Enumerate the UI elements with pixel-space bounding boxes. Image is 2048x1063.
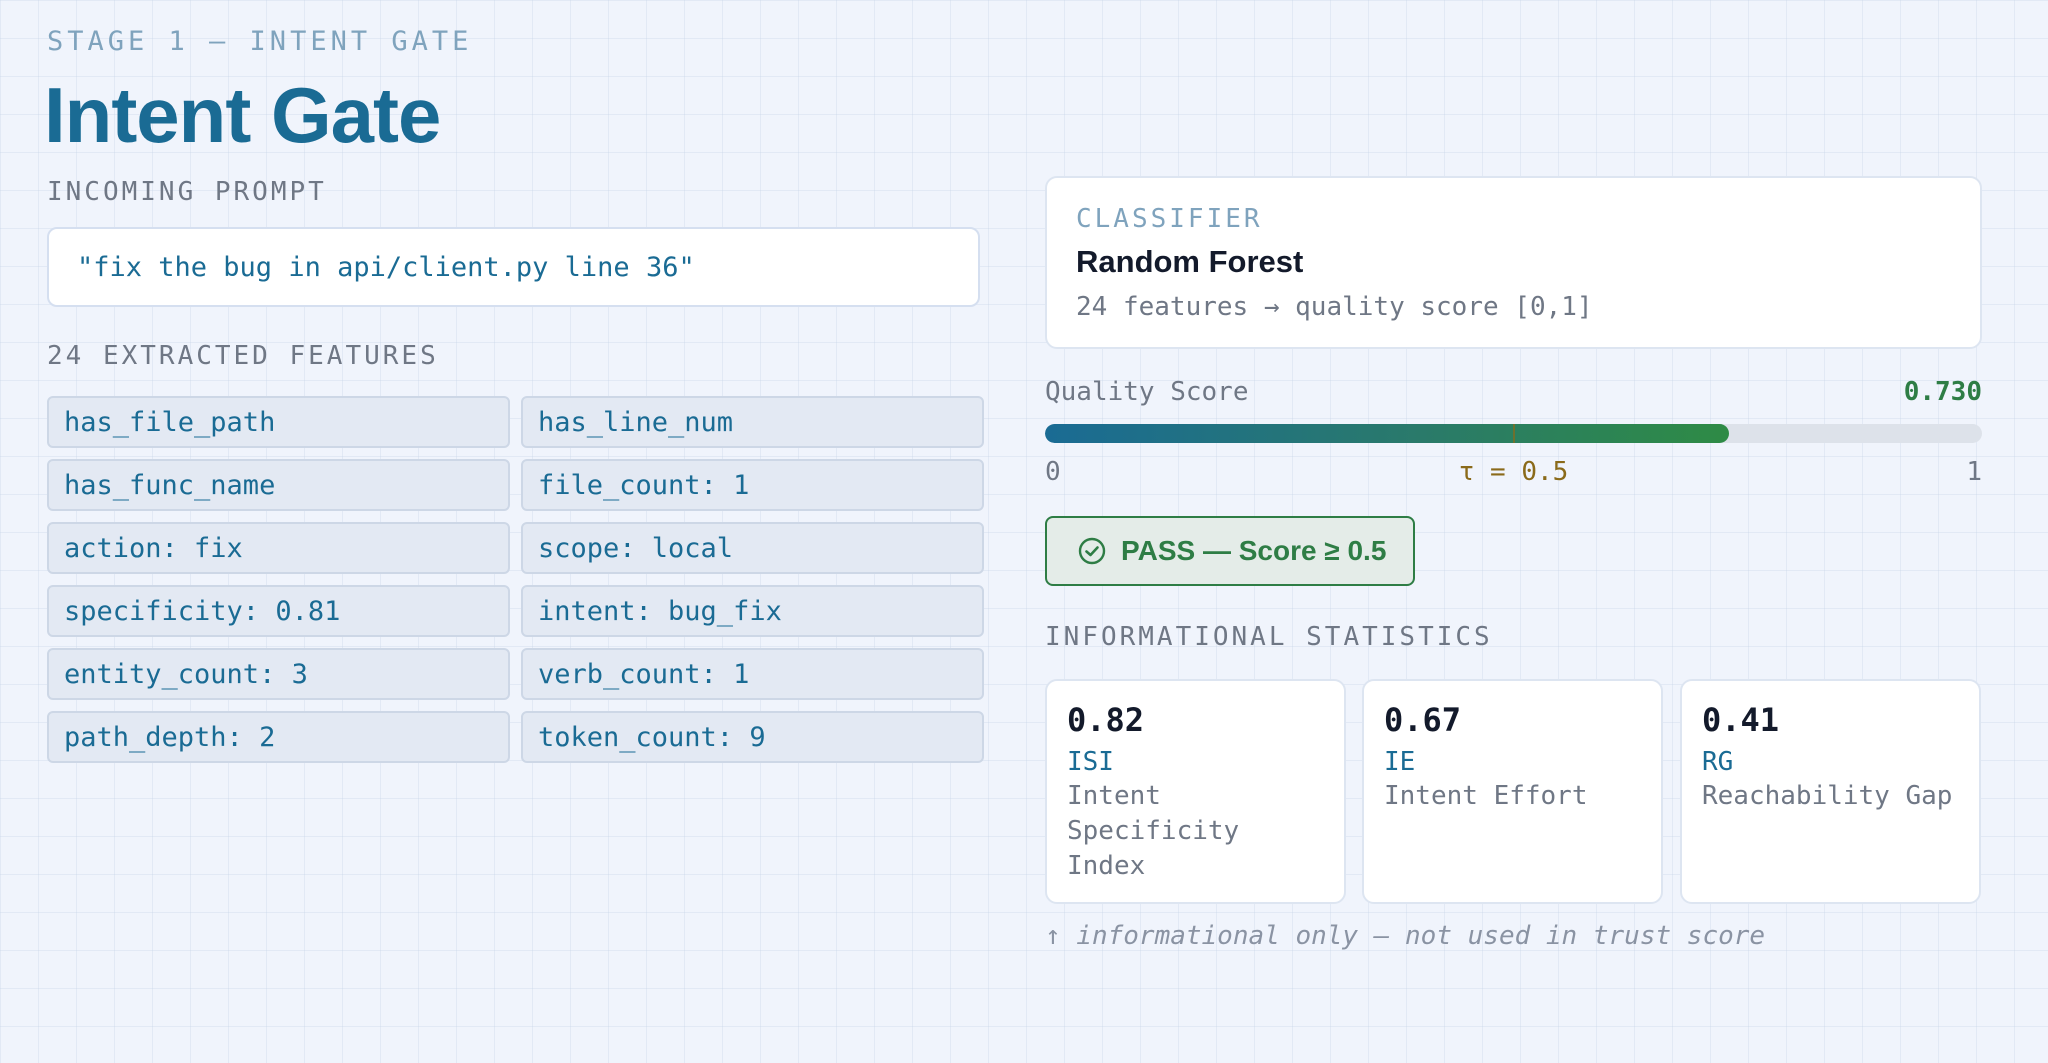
feature-chip: specificity: 0.81 <box>47 585 510 637</box>
features-label: 24 EXTRACTED FEATURES <box>47 341 439 371</box>
stage-label: STAGE 1 — INTENT GATE <box>47 26 473 57</box>
feature-chip: token_count: 9 <box>521 711 984 763</box>
stat-name: Reachability Gap <box>1702 781 1953 811</box>
quality-score-value: 0.730 <box>1903 377 1982 407</box>
classifier-tag: CLASSIFIER <box>1076 204 1263 234</box>
stats-note: ↑ informational only — not used in trust… <box>1045 921 1766 951</box>
stat-abbr: RG <box>1702 747 1734 777</box>
feature-chip: intent: bug_fix <box>521 585 984 637</box>
stat-value: 0.67 <box>1384 701 1462 739</box>
threshold-marker <box>1512 424 1515 443</box>
feature-chip: scope: local <box>521 522 984 574</box>
check-circle-icon <box>1078 537 1106 565</box>
feature-chip: has_file_path <box>47 396 510 448</box>
quality-score-label: Quality Score <box>1045 377 1249 407</box>
stat-name: Intent Effort <box>1384 781 1588 811</box>
axis-max-label: 1 <box>1966 457 1982 487</box>
feature-chip: file_count: 1 <box>521 459 984 511</box>
stat-name: Intent Specificity Index <box>1067 781 1240 881</box>
threshold-label: τ = 0.5 <box>1458 457 1569 487</box>
feature-chip: path_depth: 2 <box>47 711 510 763</box>
quality-score-fill <box>1045 424 1729 443</box>
stat-value: 0.82 <box>1067 701 1145 739</box>
page-title: Intent Gate <box>44 71 441 159</box>
stats-label: INFORMATIONAL STATISTICS <box>1045 622 1493 652</box>
stat-card-rg: 0.41 RG Reachability Gap <box>1680 679 1981 904</box>
stat-value: 0.41 <box>1702 701 1780 739</box>
stat-abbr: ISI <box>1067 747 1114 777</box>
pass-text: PASS — Score ≥ 0.5 <box>1121 535 1387 566</box>
prompt-box[interactable]: "fix the bug in api/client.py line 36" <box>47 227 980 307</box>
stat-abbr: IE <box>1384 747 1416 777</box>
stat-card-ie: 0.67 IE Intent Effort <box>1362 679 1663 904</box>
stat-card-isi: 0.82 ISI Intent Specificity Index <box>1045 679 1346 904</box>
feature-chip: action: fix <box>47 522 510 574</box>
feature-chip: has_line_num <box>521 396 984 448</box>
feature-chip: entity_count: 3 <box>47 648 510 700</box>
classifier-card: CLASSIFIER Random Forest 24 features → q… <box>1045 176 1982 349</box>
incoming-prompt-label: INCOMING PROMPT <box>47 177 327 207</box>
feature-chip: has_func_name <box>47 459 510 511</box>
quality-score-bar <box>1045 424 1982 443</box>
prompt-text: "fix the bug in api/client.py line 36" <box>77 251 695 283</box>
feature-chip: verb_count: 1 <box>521 648 984 700</box>
axis-min-label: 0 <box>1045 457 1061 487</box>
classifier-description: 24 features → quality score [0,1] <box>1076 292 1593 322</box>
feature-grid: has_file_path has_line_num has_func_name… <box>47 396 984 763</box>
pass-badge: PASS — Score ≥ 0.5 <box>1045 516 1415 586</box>
classifier-name: Random Forest <box>1076 244 1304 279</box>
